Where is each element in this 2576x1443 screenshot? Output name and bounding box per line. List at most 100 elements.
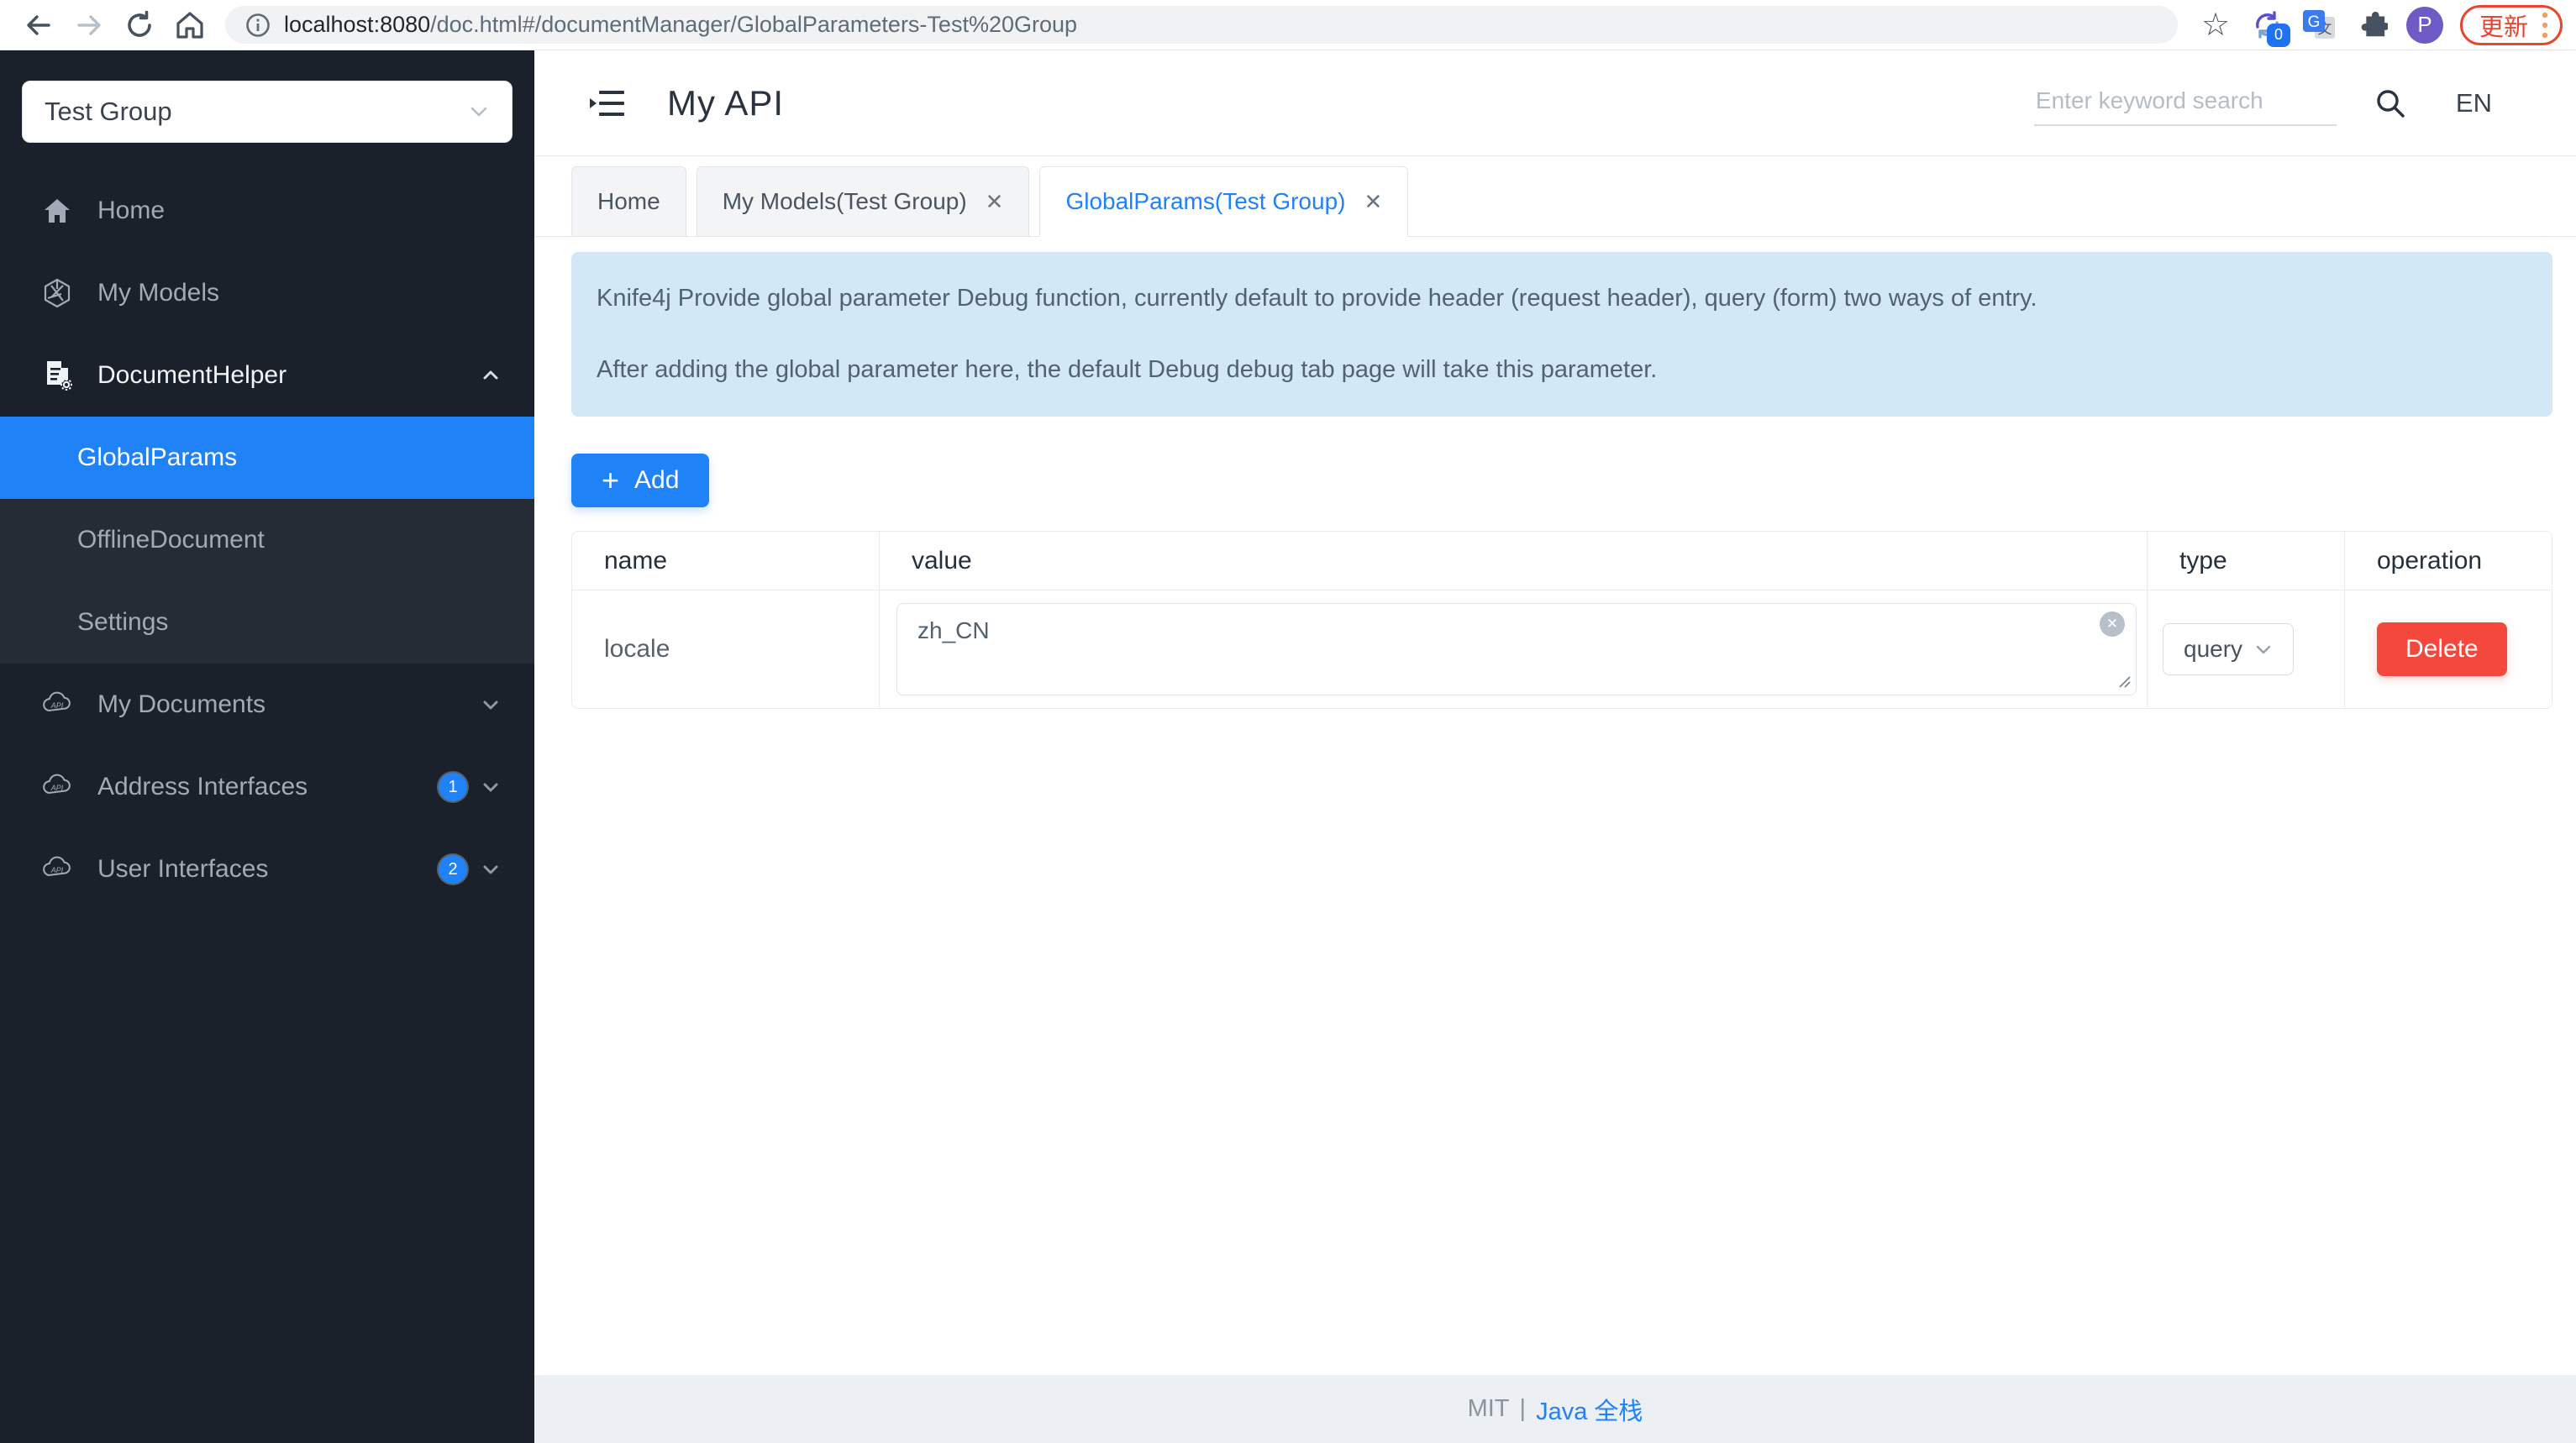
- table-header-row: name value type operation: [572, 532, 2552, 591]
- home-icon: [176, 11, 203, 39]
- close-icon[interactable]: ✕: [1364, 191, 1382, 213]
- page: localhost:8080/doc.html#/documentManager…: [0, 0, 2576, 1443]
- document-helper-icon: [39, 359, 76, 391]
- param-type-select[interactable]: query: [2163, 623, 2295, 676]
- browser-update-menu-button[interactable]: 更新: [2459, 4, 2563, 45]
- tab-home[interactable]: Home: [571, 166, 686, 237]
- add-param-button[interactable]: + Add: [571, 454, 710, 508]
- document-helper-submenu: GlobalParams OfflineDocument Settings: [0, 417, 534, 664]
- address-bar[interactable]: localhost:8080/doc.html#/documentManager…: [225, 6, 2178, 44]
- sidebar-item-address-interfaces[interactable]: API Address Interfaces 1: [0, 746, 534, 828]
- app-header: My API EN: [534, 50, 2576, 156]
- page-title: My API: [667, 82, 785, 123]
- info-banner: Knife4j Provide global parameter Debug f…: [571, 252, 2552, 417]
- extensions-puzzle-button[interactable]: [2353, 5, 2391, 45]
- footer-link[interactable]: Java 全栈: [1536, 1392, 1643, 1427]
- add-button-label: Add: [634, 466, 680, 495]
- more-vertical-icon: [2542, 12, 2548, 38]
- global-params-table: name value type operation locale zh_CN ✕: [571, 531, 2552, 710]
- browser-profile-avatar[interactable]: P: [2405, 6, 2443, 44]
- sidebar-item-label: Home: [97, 197, 166, 224]
- sidebar-subitem-label: Settings: [77, 608, 169, 636]
- column-header-operation: operation: [2344, 532, 2552, 591]
- column-header-value: value: [879, 532, 2147, 591]
- svg-text:API: API: [50, 866, 64, 874]
- sidebar-item-my-models[interactable]: My Models: [0, 252, 534, 334]
- caret-down-icon: [483, 783, 498, 792]
- sidebar-subitem-settings[interactable]: Settings: [0, 581, 534, 664]
- footer-separator: |: [1519, 1395, 1527, 1422]
- browser-reload-button[interactable]: [119, 5, 160, 45]
- browser-back-button[interactable]: [18, 5, 59, 45]
- value-textarea-wrapper: zh_CN ✕: [896, 603, 2137, 696]
- info-icon: [246, 13, 270, 37]
- translate-icon: 文G: [2302, 9, 2335, 39]
- tab-my-models[interactable]: My Models(Test Group) ✕: [696, 166, 1030, 237]
- param-operation-cell: Delete: [2344, 590, 2552, 709]
- url-text: localhost:8080/doc.html#/documentManager…: [284, 12, 1077, 38]
- globalparams-content: Knife4j Provide global parameter Debug f…: [534, 237, 2576, 1375]
- resize-grip-icon[interactable]: [2116, 674, 2132, 689]
- browser-home-button[interactable]: [170, 5, 210, 45]
- back-icon: [27, 14, 50, 35]
- collapse-sidebar-button[interactable]: [588, 83, 628, 123]
- update-label: 更新: [2479, 13, 2528, 41]
- sidebar-subitem-globalparams[interactable]: GlobalParams: [0, 417, 534, 499]
- model-icon: [39, 277, 76, 309]
- sync-extension-button[interactable]: 0: [2248, 5, 2290, 47]
- banner-line-2: After adding the global parameter here, …: [597, 356, 1658, 384]
- reload-icon: [128, 10, 151, 37]
- browser-forward-button[interactable]: [69, 5, 109, 45]
- column-header-name: name: [572, 532, 879, 591]
- table-row: locale zh_CN ✕ query Delete: [572, 590, 2552, 709]
- param-type-value: query: [2184, 636, 2243, 663]
- url-host: localhost:8080: [284, 12, 431, 37]
- caret-down-icon: [483, 701, 498, 710]
- param-value-cell: zh_CN ✕: [879, 590, 2147, 709]
- cloud-api-icon: API: [39, 852, 76, 887]
- cloud-api-icon: API: [39, 769, 76, 805]
- sidebar: Test Group Home My Models DocumentHelper…: [0, 50, 534, 1443]
- param-name-cell: locale: [604, 635, 670, 664]
- caret-up-icon: [483, 370, 498, 380]
- star-icon: ☆: [2200, 7, 2231, 43]
- sidebar-item-home[interactable]: Home: [0, 170, 534, 252]
- svg-text:G: G: [2308, 13, 2321, 31]
- svg-text:API: API: [50, 701, 64, 710]
- sidebar-item-label: User Interfaces: [97, 855, 269, 883]
- interface-count-badge: 1: [439, 773, 467, 801]
- chevron-down-icon: [2256, 646, 2271, 654]
- group-selector[interactable]: Test Group: [22, 81, 513, 143]
- url-path: /doc.html#/documentManager/GlobalParamet…: [430, 12, 1078, 37]
- forward-icon: [77, 14, 101, 35]
- close-icon[interactable]: ✕: [986, 191, 1004, 213]
- tab-globalparams[interactable]: GlobalParams(Test Group) ✕: [1039, 166, 1409, 237]
- sync-badge: 0: [2266, 23, 2290, 47]
- sidebar-menu: Home My Models DocumentHelper GlobalPara…: [0, 170, 534, 910]
- sidebar-subitem-offlinedocument[interactable]: OfflineDocument: [0, 499, 534, 581]
- language-switch[interactable]: EN: [2456, 88, 2492, 118]
- sidebar-item-document-helper[interactable]: DocumentHelper: [0, 334, 534, 417]
- clear-icon: ✕: [2105, 616, 2119, 632]
- sidebar-item-my-documents[interactable]: API My Documents: [0, 664, 534, 746]
- translate-extension-button[interactable]: 文G: [2300, 5, 2339, 45]
- tab-bar: Home My Models(Test Group) ✕ GlobalParam…: [534, 156, 2576, 237]
- page-footer: MIT | Java 全栈: [534, 1375, 2576, 1443]
- tab-label: GlobalParams(Test Group): [1065, 188, 1346, 214]
- sidebar-item-label: My Models: [97, 279, 220, 307]
- search-input[interactable]: [2033, 80, 2337, 126]
- bookmark-star-button[interactable]: ☆: [2196, 5, 2235, 45]
- param-type-cell: query: [2147, 590, 2344, 709]
- column-header-type: type: [2147, 532, 2344, 591]
- banner-line-1: Knife4j Provide global parameter Debug f…: [597, 285, 2037, 312]
- cloud-api-icon: API: [39, 687, 76, 722]
- sidebar-item-user-interfaces[interactable]: API User Interfaces 2: [0, 828, 534, 910]
- param-value-textarea[interactable]: zh_CN: [896, 603, 2137, 696]
- group-selector-value: Test Group: [45, 97, 172, 126]
- sidebar-item-label: Address Interfaces: [97, 773, 308, 800]
- footer-license: MIT: [1467, 1395, 1510, 1422]
- plus-icon: +: [602, 463, 620, 498]
- search-button[interactable]: [2374, 87, 2407, 120]
- delete-param-button[interactable]: Delete: [2377, 622, 2507, 677]
- browser-toolbar: localhost:8080/doc.html#/documentManager…: [0, 0, 2576, 50]
